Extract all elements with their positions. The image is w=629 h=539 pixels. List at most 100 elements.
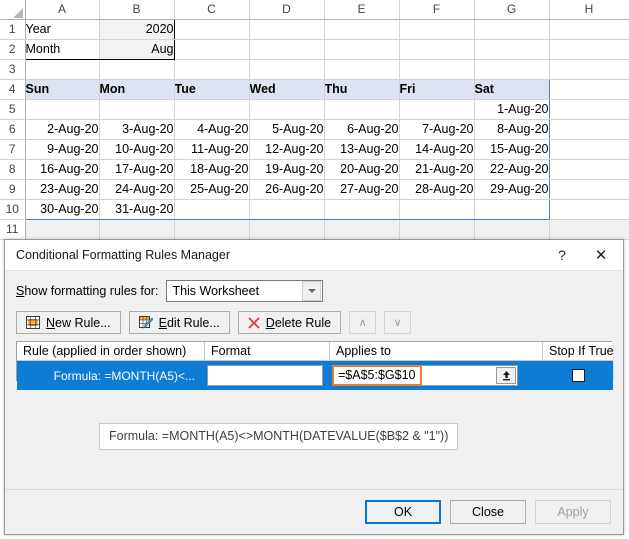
cell-g11[interactable] — [474, 219, 550, 240]
cell-f1[interactable] — [399, 19, 475, 40]
scope-dropdown[interactable]: This Worksheet — [166, 280, 324, 302]
cell-e5[interactable] — [324, 99, 400, 120]
cell-c1[interactable] — [174, 19, 250, 40]
cell-a5[interactable] — [24, 99, 100, 120]
help-icon[interactable]: ? — [545, 240, 579, 270]
close-icon[interactable]: ✕ — [579, 240, 623, 270]
row-header-11[interactable]: 11 — [0, 219, 26, 240]
cell-h6[interactable] — [549, 119, 629, 140]
column-header-b[interactable]: B — [99, 0, 175, 20]
cell-f11[interactable] — [399, 219, 475, 240]
cell-g6[interactable]: 8-Aug-20 — [474, 119, 550, 140]
cell-a11[interactable] — [25, 219, 100, 240]
cell-a3[interactable] — [25, 59, 100, 80]
rule-name-cell[interactable]: Formula: =MONTH(A5)<... — [17, 361, 205, 390]
cell-h2[interactable] — [549, 39, 629, 60]
row-header-2[interactable]: 2 — [0, 39, 26, 60]
column-header-e[interactable]: E — [324, 0, 400, 20]
cell-c9[interactable]: 25-Aug-20 — [174, 179, 250, 200]
cell-d5[interactable] — [249, 99, 325, 120]
cell-a9[interactable]: 23-Aug-20 — [24, 179, 100, 200]
cell-e6[interactable]: 6-Aug-20 — [324, 119, 400, 140]
close-button[interactable]: Close — [450, 500, 526, 524]
cell-g9[interactable]: 29-Aug-20 — [474, 179, 550, 200]
cell-b5[interactable] — [99, 99, 175, 120]
cell-d10[interactable] — [249, 199, 325, 220]
column-header-h[interactable]: H — [549, 0, 629, 20]
cell-f6[interactable]: 7-Aug-20 — [399, 119, 475, 140]
rule-applies-to-cell[interactable]: =$A$5:$G$10 — [330, 361, 543, 390]
new-rule-button[interactable]: New Rule... — [16, 311, 121, 334]
row-header-1[interactable]: 1 — [0, 19, 26, 40]
cell-e9[interactable]: 27-Aug-20 — [324, 179, 400, 200]
ok-button[interactable]: OK — [365, 500, 441, 524]
cell-a8[interactable]: 16-Aug-20 — [24, 159, 100, 180]
table-row[interactable]: Formula: =MONTH(A5)<... =$A$5:$G$10 — [17, 361, 613, 390]
stop-if-true-cell[interactable] — [543, 361, 613, 390]
cell-e2[interactable] — [324, 39, 400, 60]
cell-c7[interactable]: 11-Aug-20 — [174, 139, 250, 160]
cell-h9[interactable] — [549, 179, 629, 200]
cell-c8[interactable]: 18-Aug-20 — [174, 159, 250, 180]
edit-rule-button[interactable]: Edit Rule... — [128, 311, 230, 334]
cell-h11[interactable] — [549, 219, 629, 240]
cell-c6[interactable]: 4-Aug-20 — [174, 119, 250, 140]
cell-d2[interactable] — [249, 39, 325, 60]
cell-g2[interactable] — [474, 39, 550, 60]
range-picker-icon[interactable] — [496, 367, 516, 384]
cell-g4[interactable]: Sat — [474, 78, 550, 100]
delete-rule-button[interactable]: Delete Rule — [237, 311, 342, 334]
column-header-f[interactable]: F — [399, 0, 475, 20]
cell-f7[interactable]: 14-Aug-20 — [399, 139, 475, 160]
row-header-9[interactable]: 9 — [0, 179, 26, 200]
cell-h5[interactable] — [549, 99, 629, 120]
cell-f8[interactable]: 21-Aug-20 — [399, 159, 475, 180]
column-header-c[interactable]: C — [174, 0, 250, 20]
stop-if-true-checkbox[interactable] — [571, 369, 585, 382]
cell-h10[interactable] — [549, 199, 629, 220]
cell-d4[interactable]: Wed — [249, 78, 325, 100]
cell-e1[interactable] — [324, 19, 400, 40]
apply-button[interactable]: Apply — [535, 500, 611, 524]
cell-a10[interactable]: 30-Aug-20 — [24, 199, 100, 220]
cell-g5[interactable]: 1-Aug-20 — [474, 99, 550, 120]
row-header-7[interactable]: 7 — [0, 139, 26, 160]
cell-g1[interactable] — [474, 19, 550, 40]
cell-b11[interactable] — [99, 219, 175, 240]
cell-a4[interactable]: Sun — [24, 78, 100, 100]
cell-f10[interactable] — [399, 199, 475, 220]
cell-e3[interactable] — [324, 59, 400, 80]
cell-e4[interactable]: Thu — [324, 78, 400, 100]
cell-h4[interactable] — [549, 79, 629, 100]
rule-format-cell[interactable] — [205, 361, 330, 390]
cell-b10[interactable]: 31-Aug-20 — [99, 199, 175, 220]
cell-a7[interactable]: 9-Aug-20 — [24, 139, 100, 160]
cell-e10[interactable] — [324, 199, 400, 220]
applies-to-input[interactable]: =$A$5:$G$10 — [332, 364, 518, 386]
cell-a1[interactable]: Year — [25, 19, 100, 40]
cell-c10[interactable] — [174, 199, 250, 220]
cell-b1[interactable]: 2020 — [98, 18, 175, 40]
cell-g10[interactable] — [474, 199, 550, 220]
cell-f2[interactable] — [399, 39, 475, 60]
row-header-5[interactable]: 5 — [0, 99, 26, 120]
cell-d8[interactable]: 19-Aug-20 — [249, 159, 325, 180]
worksheet-table[interactable]: A B C D E F G H 1 Year 2020 2 Month Aug — [0, 0, 629, 240]
row-header-8[interactable]: 8 — [0, 159, 26, 180]
cell-f9[interactable]: 28-Aug-20 — [399, 179, 475, 200]
move-rule-up-button[interactable]: ∧ — [349, 311, 377, 334]
cell-d1[interactable] — [249, 19, 325, 40]
cell-a2[interactable]: Month — [25, 39, 100, 60]
cell-b4[interactable]: Mon — [99, 78, 175, 100]
cell-f5[interactable] — [399, 99, 475, 120]
cell-c11[interactable] — [174, 219, 250, 240]
cell-c3[interactable] — [174, 59, 250, 80]
cell-g7[interactable]: 15-Aug-20 — [474, 139, 550, 160]
cell-e7[interactable]: 13-Aug-20 — [324, 139, 400, 160]
move-rule-down-button[interactable]: ∨ — [384, 311, 412, 334]
rules-list-scrollbar[interactable] — [613, 342, 614, 380]
chevron-down-icon[interactable] — [302, 281, 322, 301]
cell-b9[interactable]: 24-Aug-20 — [99, 179, 175, 200]
cell-h3[interactable] — [549, 59, 629, 80]
cell-a6[interactable]: 2-Aug-20 — [24, 119, 100, 140]
